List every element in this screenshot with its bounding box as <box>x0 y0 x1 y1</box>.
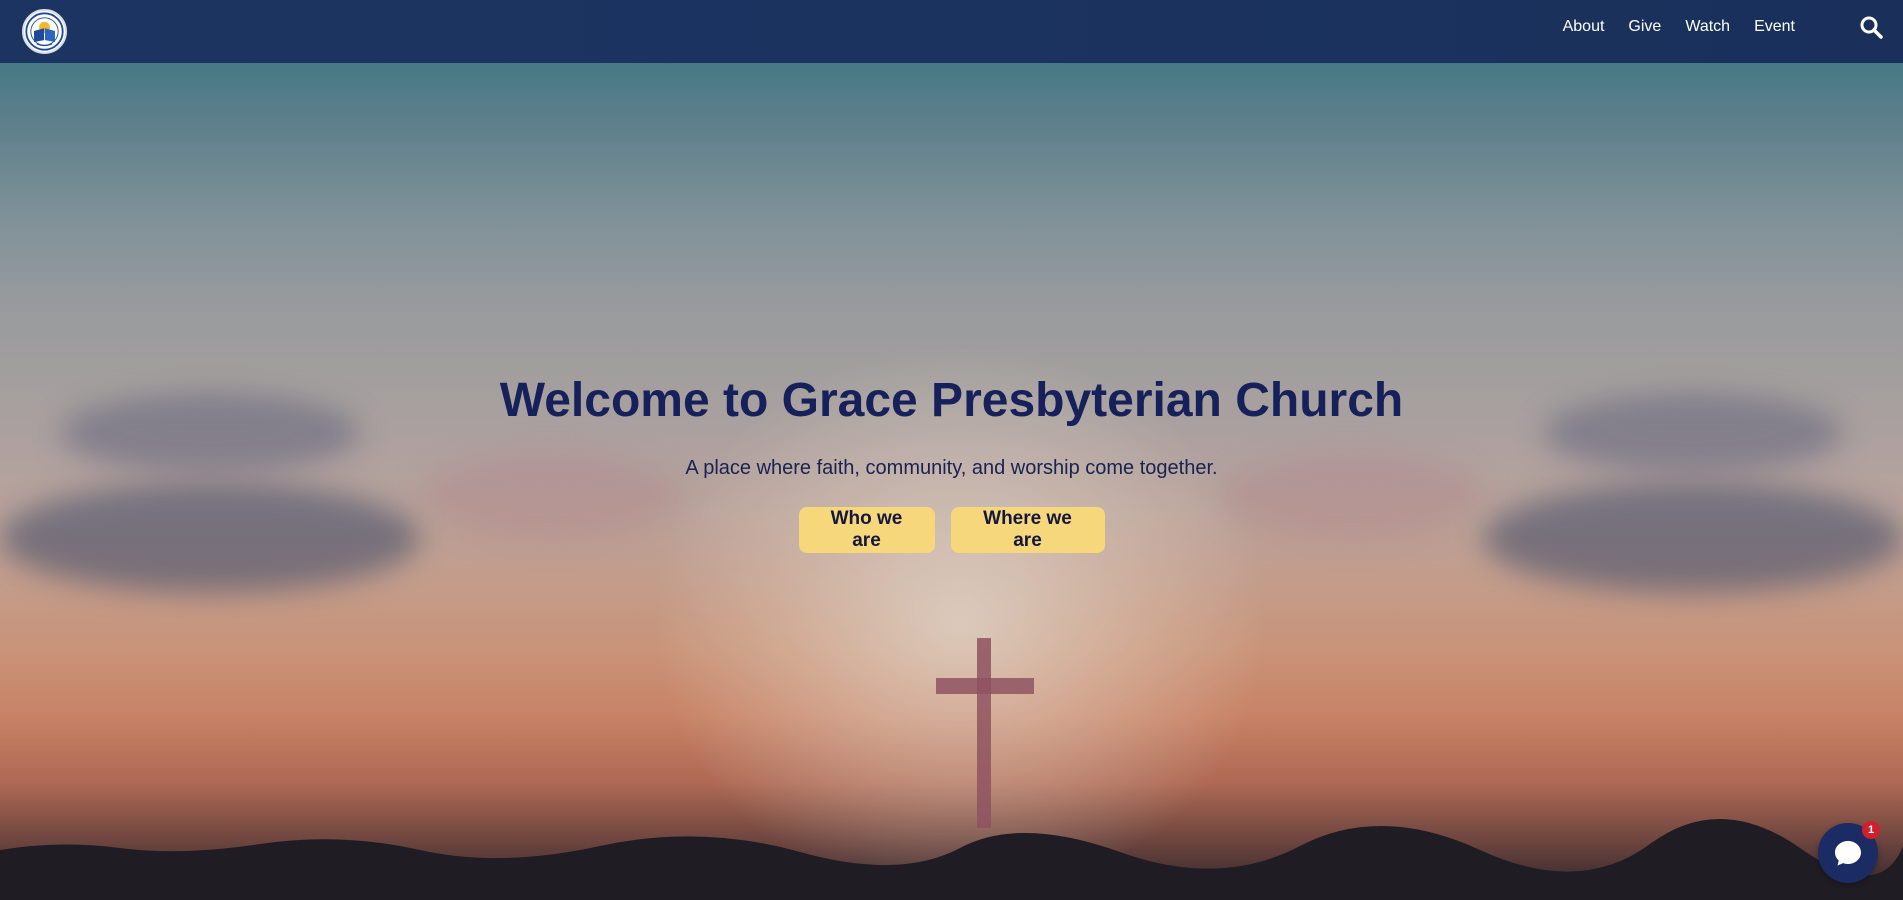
chat-bubble-icon <box>1835 841 1861 866</box>
chat-widget-button[interactable]: 1 <box>1818 821 1880 883</box>
hero-title: Welcome to Grace Presbyterian Church <box>499 374 1404 427</box>
hero-buttons: Who we are Where we are <box>0 507 1903 553</box>
where-we-are-button[interactable]: Where we are <box>950 507 1105 553</box>
top-navbar: About Give Watch Event <box>0 0 1903 63</box>
chat-unread-badge: 1 <box>1862 821 1880 839</box>
nav-links: About Give Watch Event <box>1563 17 1795 37</box>
search-icon <box>1860 16 1883 39</box>
nav-link-give[interactable]: Give <box>1628 17 1661 37</box>
nav-link-about[interactable]: About <box>1563 17 1605 37</box>
who-we-are-button[interactable]: Who we are <box>798 507 935 553</box>
hero-content: Welcome to Grace Presbyterian Church A p… <box>0 0 1903 837</box>
hero-subtitle: A place where faith, community, and wors… <box>685 457 1218 479</box>
church-logo[interactable] <box>22 9 67 54</box>
church-logo-emblem <box>25 12 64 51</box>
nav-link-event[interactable]: Event <box>1754 17 1795 37</box>
nav-link-watch[interactable]: Watch <box>1685 17 1730 37</box>
search-button[interactable] <box>1859 15 1883 39</box>
